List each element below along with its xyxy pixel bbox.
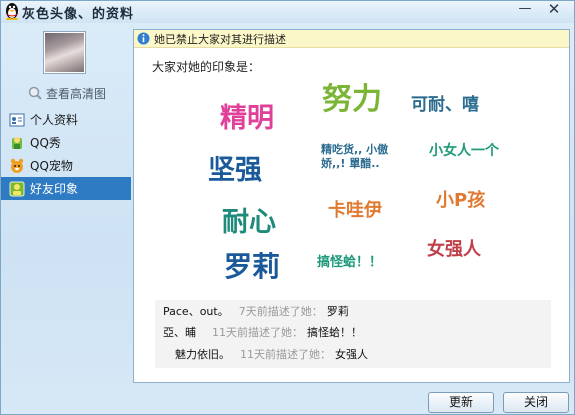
sidebar-item-label: 好友印象 [30, 182, 79, 196]
magnifier-icon [28, 86, 42, 100]
sidebar-item-qq-pet[interactable]: QQ宠物 [1, 154, 131, 177]
impression-tag: 可耐、嘻 [411, 95, 479, 115]
sidebar-item-label: 个人资料 [30, 113, 79, 127]
impression-tag: 搞怪蛤！！ [317, 255, 383, 270]
describe-time: 11天前描述了她： [240, 348, 331, 361]
impression-tag: 精吃货,, 小傲娇,,! 單醋.. [321, 143, 389, 170]
impression-panel: 她已禁止大家对其进行描述 大家对她的印象是： 精明 努力 可耐、嘻 坚强 精吃货… [133, 29, 570, 383]
describe-time: 11天前描述了她： [212, 326, 303, 339]
sidebar-item-profile[interactable]: 个人资料 [1, 108, 131, 131]
describer-name[interactable]: Pace、out。 [163, 303, 229, 319]
qq-pet-icon [10, 158, 24, 173]
profile-window: 灰色头像、的资料 — ✕ 查看高清图 个人资料 QQ秀 QQ宠物 好友印象 她已… [0, 0, 575, 415]
impression-tag: 精明 [220, 103, 274, 134]
impressions-intro: 大家对她的印象是： [152, 60, 261, 74]
avatar-photo [45, 33, 84, 72]
impression-tag: 耐心 [222, 207, 276, 238]
impression-tag: 卡哇伊 [328, 200, 382, 221]
view-hd-link[interactable]: 查看高清图 [27, 84, 106, 102]
impression-tag: 小女人一个 [429, 143, 499, 159]
describer-name[interactable]: 亞、晡 [163, 324, 196, 340]
description-list: Pace、out。 7天前描述了她： 罗莉 亞、晡 11天前描述了她： 搞怪蛤！… [155, 300, 551, 368]
list-item: 亞、晡 11天前描述了她： 搞怪蛤！！ [163, 323, 362, 341]
sidebar-item-friend-impression[interactable]: 好友印象 [1, 177, 131, 200]
title-bar[interactable]: 灰色头像、的资料 — ✕ [1, 1, 574, 23]
list-item: 魅力依旧。 11天前描述了她： 女强人 [175, 345, 368, 363]
describe-content: 罗莉 [326, 305, 349, 318]
impression-tag: 女强人 [427, 239, 481, 260]
describe-content: 搞怪蛤！！ [307, 326, 362, 339]
info-icon [137, 32, 150, 45]
describer-name[interactable]: 魅力依旧。 [175, 346, 230, 362]
notice-text: 她已禁止大家对其进行描述 [154, 32, 286, 46]
sidebar-nav: 个人资料 QQ秀 QQ宠物 好友印象 [1, 108, 131, 200]
sidebar-item-label: QQ秀 [30, 136, 61, 150]
minimize-button[interactable]: — [514, 1, 536, 19]
impression-tag: 努力 [322, 82, 382, 117]
friend-impression-icon [9, 181, 25, 196]
list-item: Pace、out。 7天前描述了她： 罗莉 [163, 302, 349, 320]
impression-tag: 罗莉 [224, 250, 281, 283]
close-button[interactable]: 关闭 [503, 392, 569, 413]
impression-tag: 小P孩 [436, 190, 486, 211]
profile-card-icon [9, 113, 25, 126]
view-hd-label: 查看高清图 [46, 86, 107, 101]
notice-bar: 她已禁止大家对其进行描述 [134, 30, 569, 48]
sidebar-item-label: QQ宠物 [30, 159, 73, 173]
impression-tag: 坚强 [208, 155, 262, 186]
window-title: 灰色头像、的资料 [22, 7, 135, 22]
avatar[interactable] [43, 31, 86, 74]
update-button[interactable]: 更新 [428, 392, 494, 413]
sidebar-item-qq-show[interactable]: QQ秀 [1, 131, 131, 154]
window-close-button[interactable]: ✕ [538, 1, 570, 19]
describe-time: 7天前描述了她： [238, 305, 323, 318]
describe-content: 女强人 [335, 348, 368, 361]
qq-show-icon [12, 136, 22, 149]
qq-penguin-icon [6, 3, 18, 20]
